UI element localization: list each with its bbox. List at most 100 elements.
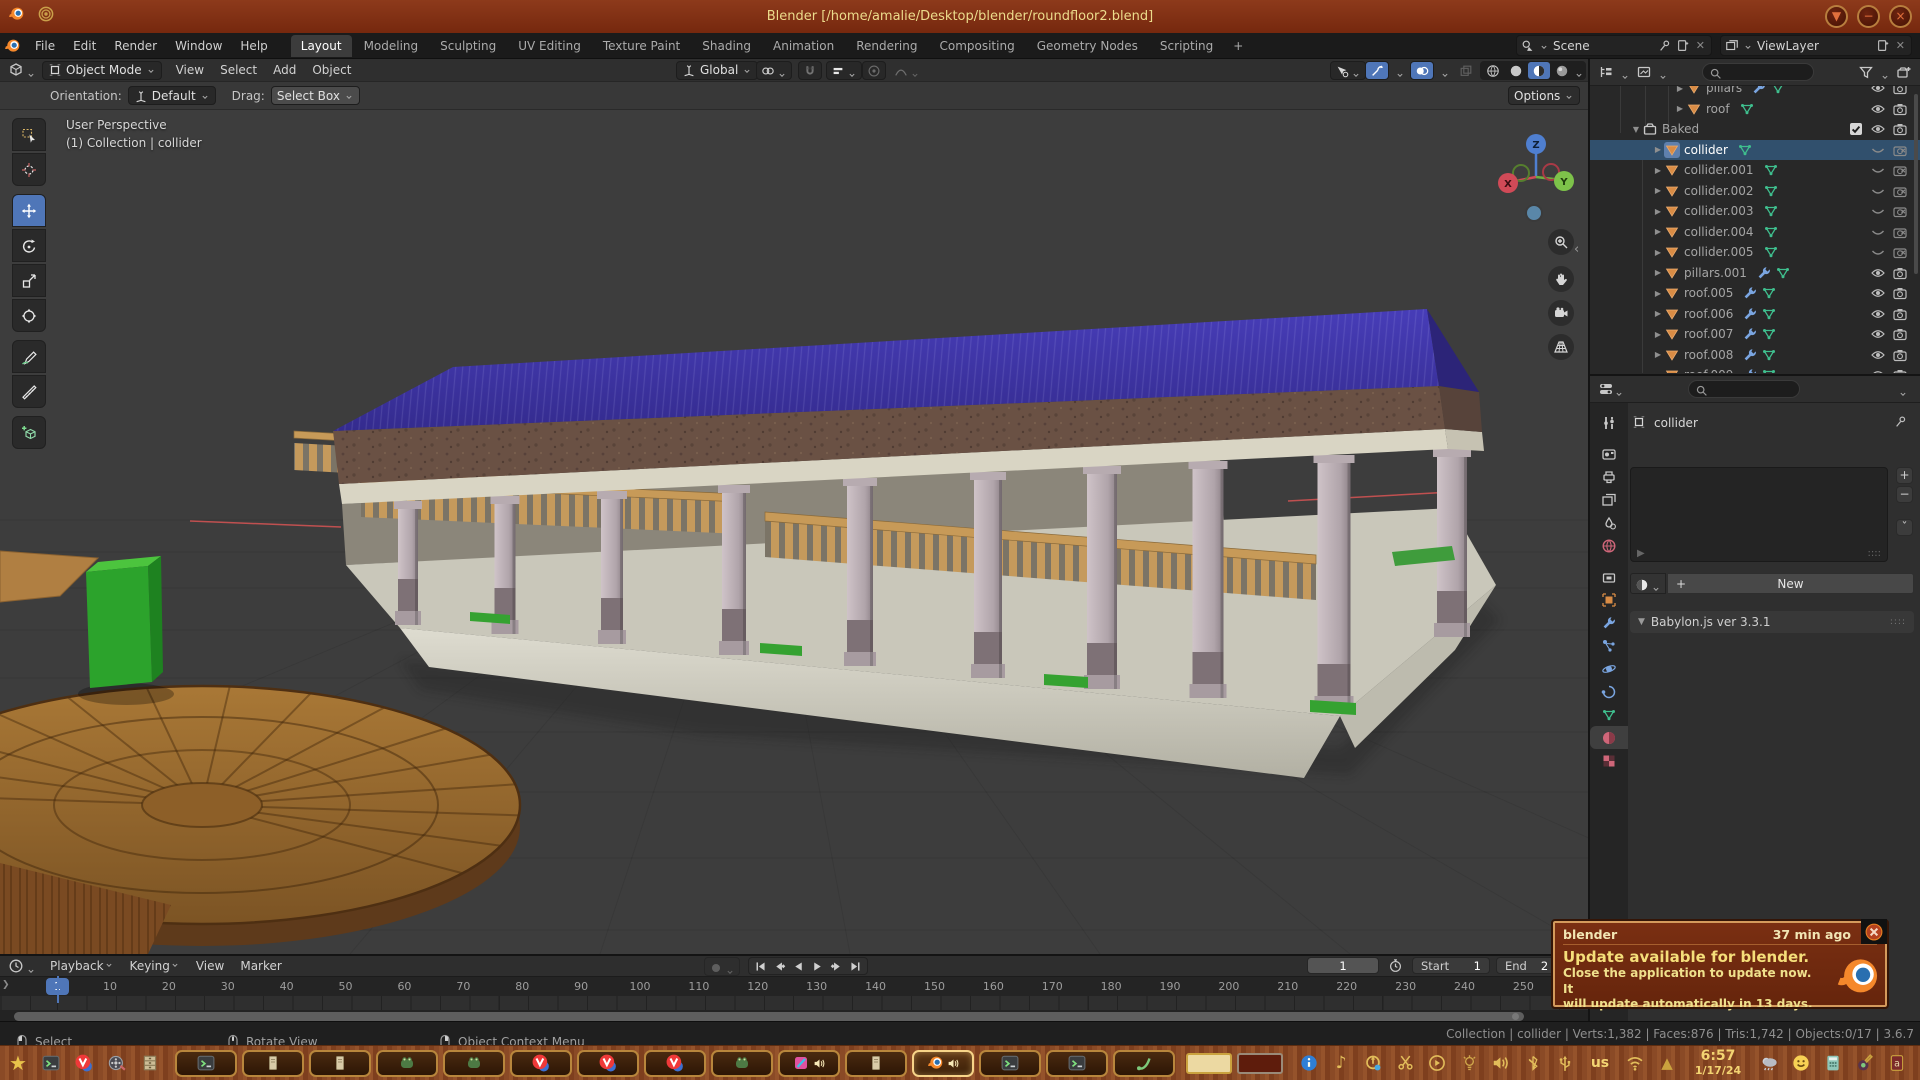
tool-scale[interactable] (12, 264, 46, 297)
camera-on-icon[interactable] (1892, 265, 1908, 281)
tool-add-cube[interactable] (12, 416, 46, 449)
gizmos-toggle[interactable] (1365, 61, 1389, 80)
launcher-star[interactable]: ★ (6, 1051, 30, 1075)
camera-on-icon[interactable] (1892, 285, 1908, 301)
camera-on-icon[interactable] (1892, 306, 1908, 322)
tray-volume-icon[interactable] (1492, 1054, 1510, 1072)
outliner-search-input[interactable] (1702, 63, 1814, 81)
taskbar-window-frog[interactable] (711, 1050, 773, 1077)
pin-icon[interactable] (1894, 415, 1910, 431)
filter-collection-icon[interactable] (1636, 64, 1652, 80)
proportional-edit-toggle[interactable] (862, 61, 886, 80)
material-slot-list[interactable]: ▶:::: (1630, 467, 1888, 562)
pillar[interactable] (1314, 455, 1355, 710)
taskbar-window-frog[interactable] (376, 1050, 438, 1077)
notification-close-button[interactable] (1861, 919, 1887, 944)
properties-tab-world[interactable] (1590, 534, 1628, 557)
outliner-row-roof.007[interactable]: ▶roof.007 (1590, 324, 1920, 345)
remove-material-slot-button[interactable]: − (1896, 486, 1913, 503)
pillar[interactable] (394, 501, 422, 625)
pivot-point-dropdown[interactable] (756, 61, 792, 80)
taskbar-window-blender[interactable] (912, 1050, 974, 1077)
orientation-dropdown[interactable]: Default (128, 86, 216, 105)
collapse-arrow-icon[interactable]: ▼ (1630, 125, 1642, 134)
properties-tab-particles[interactable] (1590, 634, 1628, 657)
outliner-row-collider.005[interactable]: ▶collider.005 (1590, 242, 1920, 263)
properties-tab-collection[interactable] (1590, 565, 1628, 588)
menu-window[interactable]: Window (166, 36, 231, 56)
blender-menu-icon[interactable] (4, 38, 20, 54)
mode-dropdown[interactable]: Object Mode (42, 61, 162, 80)
properties-tab-output[interactable] (1590, 465, 1628, 488)
shading-solid-button[interactable] (1505, 62, 1527, 79)
viewport-menu-add[interactable]: Add (265, 61, 304, 79)
pillar[interactable] (597, 491, 627, 644)
workspace-tab-texture-paint[interactable]: Texture Paint (593, 35, 690, 57)
editor-type-3d-icon[interactable] (8, 62, 24, 78)
timeline-menu-playback[interactable]: Playback (42, 957, 122, 975)
babylon-addon-panel[interactable]: ▼ Babylon.js ver 3.3.1 :::: (1630, 611, 1914, 633)
shading-material-button[interactable] (1528, 62, 1550, 79)
pillar[interactable] (1433, 449, 1471, 637)
expand-arrow-icon[interactable]: ▶ (1652, 350, 1664, 359)
outliner-row-roof[interactable]: ▶roof (1590, 99, 1920, 120)
menu-file[interactable]: File (26, 36, 64, 56)
jump-to-start-button[interactable] (752, 959, 769, 974)
viewport-menu-select[interactable]: Select (212, 61, 265, 79)
outliner-row-roof.009[interactable]: ▶roof.009 (1590, 365, 1920, 373)
eye-closed-icon[interactable] (1870, 224, 1886, 240)
previous-keyframe-button[interactable] (771, 959, 788, 974)
camera-off-icon[interactable] (1892, 142, 1908, 158)
camera-on-icon[interactable] (1892, 101, 1908, 117)
outliner-row-pillars[interactable]: ▶pillars (1590, 86, 1920, 99)
tray-bluetooth-icon[interactable] (1524, 1054, 1542, 1072)
play-reverse-button[interactable] (790, 959, 807, 974)
outliner-row-collider.002[interactable]: ▶collider.002 (1590, 181, 1920, 202)
snap-target-dropdown[interactable] (826, 61, 862, 80)
properties-tab-constraints[interactable] (1590, 680, 1628, 703)
expand-arrow-icon[interactable]: ▶ (1652, 145, 1664, 154)
pillar[interactable] (1189, 461, 1228, 698)
drag-dropdown[interactable]: Select Box (271, 86, 360, 105)
eye-open-icon[interactable] (1870, 121, 1886, 137)
menu-edit[interactable]: Edit (64, 36, 105, 56)
pillar[interactable] (491, 496, 520, 634)
eye-open-icon[interactable] (1870, 265, 1886, 281)
camera-on-icon[interactable] (1892, 347, 1908, 363)
taskbar-window-vivaldi[interactable] (644, 1050, 706, 1077)
taskbar-window-terminal[interactable] (175, 1050, 237, 1077)
timeline-menu-keying[interactable]: Keying (122, 957, 188, 975)
eye-open-icon[interactable] (1870, 306, 1886, 322)
remove-viewlayer-icon[interactable]: ✕ (1894, 39, 1907, 52)
menu-render[interactable]: Render (105, 36, 166, 56)
camera-on-icon[interactable] (1892, 326, 1908, 342)
tool-rotate[interactable] (12, 229, 46, 262)
pan-button[interactable] (1548, 266, 1574, 292)
add-material-slot-button[interactable]: + (1896, 467, 1913, 484)
properties-tab-material[interactable] (1590, 726, 1628, 749)
expand-arrow-icon[interactable]: ▶ (1652, 309, 1664, 318)
outliner-row-roof.006[interactable]: ▶roof.006 (1590, 304, 1920, 325)
expand-arrow-icon[interactable]: ▶ (1652, 227, 1664, 236)
tray-scissors-icon[interactable] (1396, 1054, 1414, 1072)
window-minimize-button[interactable]: − (1857, 5, 1880, 28)
tool-transform[interactable] (12, 299, 46, 332)
tray-wifi-icon[interactable] (1626, 1054, 1644, 1072)
play-button[interactable] (809, 959, 826, 974)
workspace-tab-sculpting[interactable]: Sculpting (430, 35, 506, 57)
outliner-row-collider.003[interactable]: ▶collider.003 (1590, 201, 1920, 222)
properties-tab-data[interactable] (1590, 703, 1628, 726)
properties-tab-scene[interactable] (1590, 511, 1628, 534)
properties-tab-render[interactable] (1590, 442, 1628, 465)
window-shade-button[interactable]: ▼ (1825, 5, 1848, 28)
outliner-row-Baked[interactable]: ▼Baked (1590, 119, 1920, 140)
expand-arrow-icon[interactable]: ▶ (1674, 104, 1686, 113)
new-collection-icon[interactable] (1896, 64, 1912, 80)
3d-viewport[interactable]: User Perspective (1) Collection | collid… (0, 110, 1588, 954)
new-viewlayer-icon[interactable] (1876, 39, 1890, 53)
tool-annotate[interactable] (12, 340, 46, 373)
eye-closed-icon[interactable] (1870, 183, 1886, 199)
taskbar-window-file[interactable] (309, 1050, 371, 1077)
expand-arrow-icon[interactable]: ▶ (1674, 86, 1686, 93)
tray-weather-icon[interactable] (1760, 1054, 1778, 1072)
